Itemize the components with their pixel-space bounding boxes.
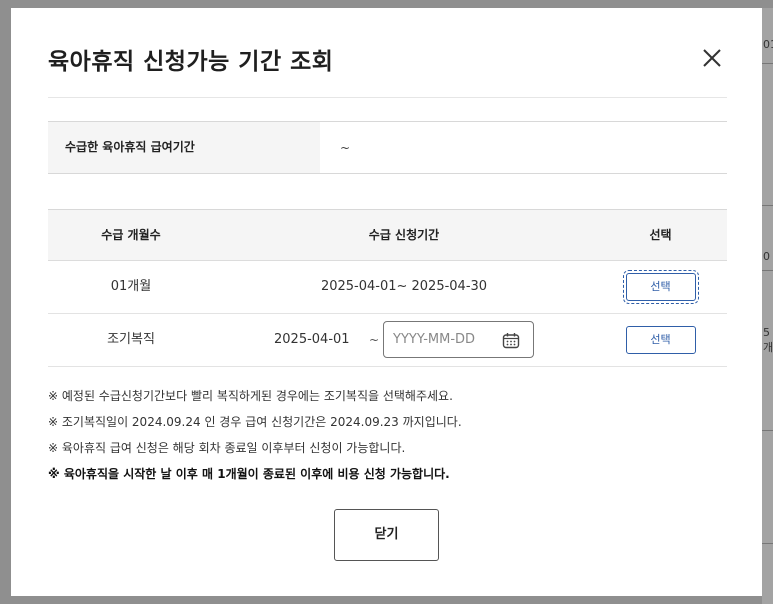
background-divider	[762, 205, 773, 206]
header-period: 수급 신청기간	[368, 228, 440, 242]
background-divider	[762, 543, 773, 544]
received-period-label: 수급한 육아휴직 급여기간	[48, 122, 320, 173]
dialog-title: 육아휴직 신청가능 기간 조회	[48, 49, 334, 75]
close-icon[interactable]	[698, 44, 726, 72]
select-cell: 선택	[594, 314, 727, 366]
row-months: 조기복직	[107, 332, 155, 347]
application-period-table: 수급 개월수 수급 신청기간 선택 01개월 2025-04-01~ 2025-…	[48, 209, 727, 367]
notice-item: ※ 예정된 수급신청기간보다 빨리 복직하게된 경우에는 조기복직을 선택해주세…	[48, 389, 453, 403]
background-divider	[762, 430, 773, 431]
table-header: 수급 개월수 수급 신청기간 선택	[48, 210, 727, 261]
background-text: 5개	[763, 326, 773, 354]
notice-item: ※ 조기복직일이 2024.09.24 인 경우 급여 신청기간은 2024.0…	[48, 415, 462, 429]
background-text: 0	[763, 250, 770, 263]
row-period: 2025-04-01~ 2025-04-30	[320, 279, 488, 294]
header-select: 선택	[649, 228, 672, 242]
notice-list: ※ 예정된 수급신청기간보다 빨리 복직하게된 경우에는 조기복직을 선택해주세…	[48, 383, 738, 487]
background-page-edge: 01 0 5개	[762, 8, 773, 604]
date-placeholder: YYYY-MM-DD	[393, 332, 476, 347]
select-button[interactable]: 선택	[625, 326, 696, 354]
row-months: 01개월	[110, 279, 152, 294]
early-return-start-date: 2025-04-01	[274, 332, 350, 347]
early-return-date-input[interactable]: YYYY-MM-DD	[383, 321, 534, 358]
background-divider	[762, 63, 773, 64]
notice-item: ※ 육아휴직 급여 신청은 해당 회차 종료일 이후부터 신청이 가능합니다.	[48, 441, 406, 455]
received-period-table: 수급한 육아휴직 급여기간 ~	[48, 121, 727, 174]
header-months: 수급 개월수	[101, 228, 161, 242]
select-cell: 선택	[594, 261, 727, 313]
background-text: 01	[763, 38, 773, 51]
notice-item-emphasis: ※ 육아휴직을 시작한 날 이후 매 1개월이 종료된 이후에 비용 신청 가능…	[48, 467, 450, 481]
table-row-early-return: 조기복직 2025-04-01 ~ YYYY-MM-DD 선택	[48, 314, 727, 367]
background-divider	[762, 270, 773, 271]
date-range-separator: ~	[369, 333, 380, 347]
calendar-icon[interactable]	[502, 332, 520, 349]
period-inquiry-dialog: 육아휴직 신청가능 기간 조회 수급한 육아휴직 급여기간 ~ 수급 개월수 수…	[11, 8, 762, 596]
select-button[interactable]: 선택	[622, 270, 699, 304]
table-row: 01개월 2025-04-01~ 2025-04-30 선택	[48, 261, 727, 314]
close-button[interactable]: 닫기	[334, 509, 439, 561]
received-period-value: ~	[340, 141, 351, 155]
title-divider	[48, 97, 727, 98]
